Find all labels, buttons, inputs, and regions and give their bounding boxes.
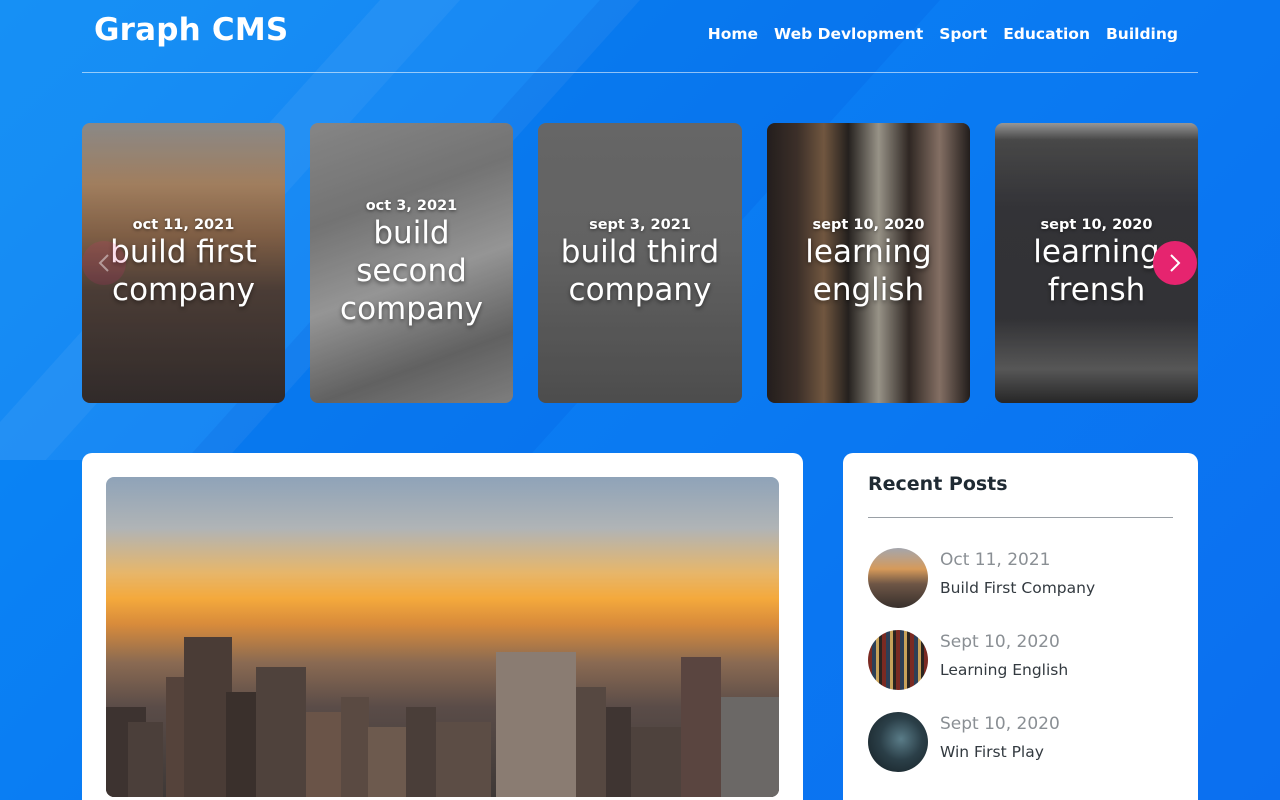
card-date: oct 11, 2021 xyxy=(132,217,235,233)
city-skyline-graphic xyxy=(106,637,779,797)
carousel-card[interactable]: sept 10, 2020 learning english xyxy=(767,123,970,403)
widget-title: Recent Posts xyxy=(868,473,1008,495)
carousel-card[interactable]: oct 3, 2021 build second company xyxy=(310,123,513,403)
card-title: build second company xyxy=(340,215,483,327)
post-title[interactable]: Build First Company xyxy=(940,579,1095,597)
recent-posts-widget: Recent Posts Oct 11, 2021 Build First Co… xyxy=(843,453,1198,800)
post-title[interactable]: Learning English xyxy=(940,661,1068,679)
carousel-card[interactable]: sept 3, 2021 build third company xyxy=(538,123,742,403)
post-card xyxy=(82,453,803,800)
card-date: sept 10, 2020 xyxy=(812,217,925,233)
post-thumbnail xyxy=(868,630,928,690)
recent-post-item[interactable]: Sept 10, 2020 Win First Play xyxy=(868,712,1173,774)
nav-building[interactable]: Building xyxy=(1106,25,1178,43)
card-date: oct 3, 2021 xyxy=(365,198,458,214)
card-date: sept 10, 2020 xyxy=(1040,217,1153,233)
post-title[interactable]: Win First Play xyxy=(940,743,1044,761)
divider xyxy=(868,517,1173,518)
carousel-next-button[interactable] xyxy=(1153,241,1197,285)
card-title: build third company xyxy=(560,234,720,308)
featured-carousel: oct 11, 2021 build first company oct 3, … xyxy=(82,123,1198,403)
post-date: Oct 11, 2021 xyxy=(940,550,1051,570)
post-thumbnail xyxy=(868,712,928,772)
nav-sport[interactable]: Sport xyxy=(939,25,987,43)
nav-education[interactable]: Education xyxy=(1003,25,1090,43)
post-thumbnail xyxy=(868,548,928,608)
post-featured-image[interactable] xyxy=(106,477,779,797)
post-date: Sept 10, 2020 xyxy=(940,714,1060,734)
card-title: learning english xyxy=(805,234,932,308)
nav-web-development[interactable]: Web Devlopment xyxy=(774,25,923,43)
main-nav: Home Web Devlopment Sport Education Buil… xyxy=(708,25,1178,43)
card-date: sept 3, 2021 xyxy=(589,217,691,233)
site-header: Graph CMS Home Web Devlopment Sport Educ… xyxy=(82,0,1198,73)
carousel-prev-button[interactable] xyxy=(82,241,126,285)
recent-post-item[interactable]: Oct 11, 2021 Build First Company xyxy=(868,548,1173,610)
chevron-right-icon xyxy=(1170,254,1181,272)
chevron-left-icon xyxy=(98,254,109,272)
site-logo[interactable]: Graph CMS xyxy=(94,12,288,48)
recent-post-item[interactable]: Sept 10, 2020 Learning English xyxy=(868,630,1173,692)
nav-home[interactable]: Home xyxy=(708,25,758,43)
post-date: Sept 10, 2020 xyxy=(940,632,1060,652)
